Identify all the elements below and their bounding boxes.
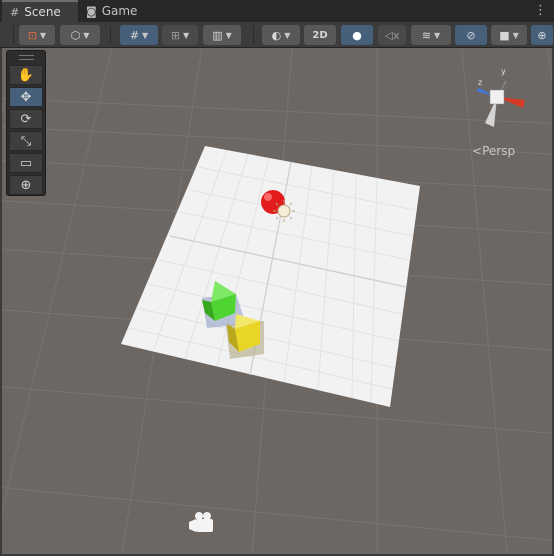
shading-mode-icon: ⊡	[27, 28, 38, 42]
chevron-down-icon: ▼	[225, 30, 232, 40]
transform-tool-button[interactable]: ⊕	[9, 175, 43, 195]
persp-chevron-icon: <	[472, 144, 483, 158]
render-cube-icon: ⬡	[70, 28, 81, 42]
chevron-down-icon: ▼	[434, 30, 441, 40]
hand-icon: ✋	[17, 67, 35, 83]
rect-icon: ▭	[19, 155, 33, 171]
effects-dropdown[interactable]: ≋ ▼	[411, 25, 451, 45]
chevron-down-icon: ▼	[512, 30, 519, 40]
effects-layers-icon: ≋	[421, 28, 432, 42]
gizmo-y-label: y	[501, 67, 506, 76]
move-tool-button[interactable]: ✥	[9, 87, 43, 107]
scale-icon: ⤡	[20, 133, 32, 149]
hidden-eye-icon: ⊘	[466, 28, 476, 42]
draw-mode-dropdown[interactable]: ⊡ ▼	[19, 25, 55, 45]
tool-palette: ✋ ✥ ⟳ ⤡ ▭ ⊕	[6, 50, 46, 196]
kebab-menu-icon[interactable]: ⋮	[534, 3, 547, 18]
tab-scene[interactable]: # Scene	[2, 0, 78, 22]
render-mode-dropdown[interactable]: ⬡ ▼	[60, 25, 100, 45]
sphere-shading-icon: ◐	[271, 28, 282, 42]
gizmos-globe-icon: ⊕	[537, 28, 547, 42]
hand-tool-button[interactable]: ✋	[9, 65, 43, 85]
rect-tool-button[interactable]: ▭	[9, 153, 43, 173]
tab-game-label: Game	[101, 4, 138, 18]
transform-icon: ⊕	[20, 177, 32, 193]
ruler-dropdown[interactable]: ▥ ▼	[203, 25, 241, 45]
audio-toggle[interactable]: ◁x	[378, 25, 406, 45]
increment-snap-icon: ⊞	[170, 28, 181, 42]
tab-scene-label: Scene	[24, 5, 61, 19]
chevron-down-icon: ▼	[284, 30, 291, 40]
scale-tool-button[interactable]: ⤡	[9, 131, 43, 151]
gizmo-center-cube[interactable]	[489, 89, 505, 105]
toolbar-separator	[110, 26, 111, 44]
camera-dropdown[interactable]: ■ ▼	[491, 25, 527, 45]
rotate-tool-button[interactable]: ⟳	[9, 109, 43, 129]
toggle-2d-button[interactable]: 2D	[304, 25, 336, 45]
rotate-icon: ⟳	[20, 111, 32, 127]
chevron-down-icon: ▼	[83, 30, 90, 40]
persp-label: Persp	[482, 144, 516, 158]
toolbar-separator	[13, 26, 14, 44]
tab-game[interactable]: ◙ Game	[86, 0, 156, 22]
scene-canvas: y z	[2, 48, 552, 554]
projection-toggle[interactable]: <Persp	[472, 144, 515, 158]
gizmo-z-label: z	[478, 78, 482, 87]
gizmo-drag-handle[interactable]	[448, 56, 462, 61]
lightbulb-icon: ●	[352, 28, 362, 42]
chevron-down-icon: ▼	[142, 30, 149, 40]
move-arrows-icon: ✥	[20, 89, 32, 105]
increment-snap-dropdown[interactable]: ⊞ ▼	[162, 25, 198, 45]
scene-toolbar: ⊡ ▼ ⬡ ▼ # ▼ ⊞ ▼ ▥ ▼ ◐ ▼ 2D ● ◁x ≋ ▼ ⊘ ■ ▼ ⊕	[0, 22, 554, 48]
2d-label: 2D	[312, 29, 328, 41]
camera-icon: ■	[499, 28, 510, 42]
toolbar-separator	[253, 26, 254, 44]
lighting-toggle[interactable]: ●	[341, 25, 373, 45]
palette-drag-handle[interactable]	[19, 55, 34, 60]
shading-dropdown[interactable]: ◐ ▼	[262, 25, 300, 45]
grid-icon: #	[10, 5, 20, 19]
audio-mute-icon: ◁x	[384, 28, 400, 42]
chevron-down-icon: ▼	[183, 30, 190, 40]
scene-visibility-toggle[interactable]: ⊘	[455, 25, 487, 45]
gizmos-toggle[interactable]: ⊕	[531, 25, 553, 45]
gamepad-icon: ◙	[86, 4, 97, 18]
grid-snap-icon: #	[129, 28, 140, 42]
chevron-down-icon: ▼	[40, 30, 47, 40]
grid-snap-toggle[interactable]: # ▼	[120, 25, 158, 45]
scene-tab-bar: # Scene ◙ Game ⋮	[0, 0, 554, 22]
ruler-icon: ▥	[212, 28, 223, 42]
scene-viewport[interactable]: y z	[2, 48, 552, 554]
